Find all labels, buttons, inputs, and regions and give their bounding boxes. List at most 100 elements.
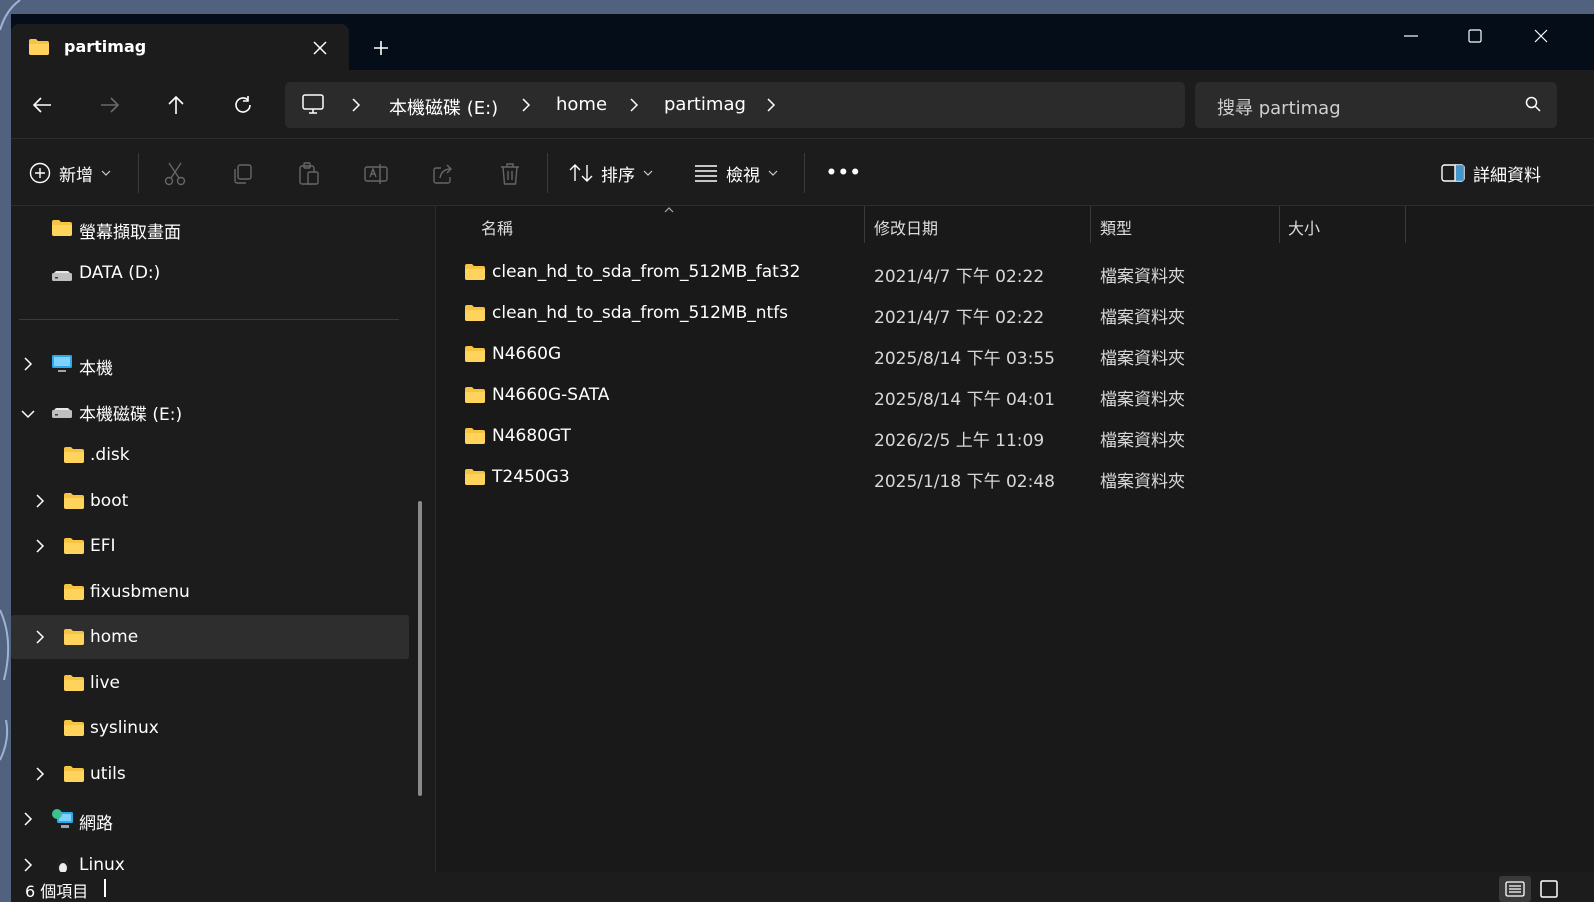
folder-icon <box>464 468 486 491</box>
chevron-down-icon <box>768 170 778 176</box>
new-button-label: 新增 <box>59 165 93 186</box>
file-date: 2025/8/14 下午 04:01 <box>874 390 1055 410</box>
details-pane-button[interactable]: 詳細資料 <box>1441 157 1541 189</box>
cut-icon[interactable] <box>161 160 189 188</box>
nav-item-live[interactable]: live <box>11 661 409 705</box>
paste-icon[interactable] <box>295 160 323 188</box>
more-icon: ••• <box>826 163 862 183</box>
up-arrow-icon[interactable] <box>159 90 193 120</box>
tab-partimag[interactable]: partimag <box>11 24 349 72</box>
nav-item-syslinux[interactable]: syslinux <box>11 706 409 750</box>
nav-item-label: DATA (D:) <box>79 263 161 283</box>
drive-icon <box>51 404 73 424</box>
column-header-date[interactable]: 修改日期 <box>865 206 1090 243</box>
nav-item-disk-folder[interactable]: .disk <box>11 433 409 477</box>
nav-item-boot[interactable]: boot <box>11 479 409 523</box>
nav-item-label: 本機磁碟 (E:) <box>79 405 183 425</box>
view-button[interactable]: 檢視 <box>694 157 778 189</box>
nav-item-label: 網路 <box>79 814 113 834</box>
minimize-icon[interactable] <box>1387 22 1435 50</box>
chevron-right-icon[interactable] <box>23 356 33 376</box>
plus-icon[interactable] <box>367 34 395 62</box>
forward-arrow-icon[interactable] <box>93 90 127 120</box>
file-row[interactable]: N4680GT 2026/2/5 上午 11:09 檔案資料夾 <box>454 417 1574 457</box>
folder-icon <box>51 219 73 242</box>
search-icon[interactable] <box>1525 96 1541 116</box>
copy-icon[interactable] <box>228 160 256 188</box>
nav-item-label: home <box>90 627 139 647</box>
column-header-size[interactable]: 大小 <box>1280 206 1405 243</box>
chevron-down-icon <box>101 170 111 176</box>
nav-item-fixusbmenu[interactable]: fixusbmenu <box>11 570 409 614</box>
delete-icon[interactable] <box>496 160 524 188</box>
file-row[interactable]: N4660G 2025/8/14 下午 03:55 檔案資料夾 <box>454 335 1574 375</box>
folder-icon <box>63 719 85 742</box>
share-icon[interactable] <box>429 160 457 188</box>
address-bar[interactable]: 本機磁碟 (E:) home partimag <box>285 82 1185 128</box>
nav-item-label: 本機 <box>79 359 113 379</box>
address-row: 本機磁碟 (E:) home partimag 搜尋 partimag <box>11 70 1594 138</box>
chevron-right-icon[interactable] <box>35 766 45 786</box>
file-name: N4680GT <box>492 426 571 446</box>
nav-item-label: .disk <box>90 445 130 465</box>
chevron-right-icon[interactable] <box>766 97 776 116</box>
file-row[interactable]: clean_hd_to_sda_from_512MB_fat32 2021/4/… <box>454 253 1574 293</box>
chevron-right-icon[interactable] <box>521 97 531 116</box>
column-divider[interactable] <box>1405 206 1406 243</box>
details-view-icon[interactable] <box>1499 876 1531 902</box>
nav-item-network[interactable]: 網路 <box>11 797 409 841</box>
file-list: 名稱 修改日期 類型 大小 clean_hd_to_sda_from_512MB… <box>436 206 1594 872</box>
breadcrumb-home[interactable]: home <box>556 94 607 115</box>
nav-item-home[interactable]: home <box>11 615 409 659</box>
more-options-button[interactable]: ••• <box>826 157 862 189</box>
rename-icon[interactable] <box>362 160 390 188</box>
column-header-name[interactable]: 名稱 <box>436 206 864 243</box>
nav-item-label: utils <box>90 764 126 784</box>
chevron-right-icon[interactable] <box>35 629 45 649</box>
nav-item-data-drive[interactable]: DATA (D:) <box>11 251 409 295</box>
search-input[interactable]: 搜尋 partimag <box>1217 94 1341 120</box>
nav-item-utils[interactable]: utils <box>11 752 409 796</box>
chevron-down-icon[interactable] <box>21 404 35 424</box>
maximize-icon[interactable] <box>1451 22 1499 50</box>
chevron-right-icon[interactable] <box>35 538 45 558</box>
new-button[interactable]: 新增 <box>29 157 111 189</box>
file-row[interactable]: N4660G-SATA 2025/8/14 下午 04:01 檔案資料夾 <box>454 376 1574 416</box>
file-row[interactable]: clean_hd_to_sda_from_512MB_ntfs 2021/4/7… <box>454 294 1574 334</box>
nav-item-efi[interactable]: EFI <box>11 524 409 568</box>
breadcrumb-drive[interactable]: 本機磁碟 (E:) <box>389 94 498 120</box>
file-type: 檔案資料夾 <box>1100 308 1185 328</box>
chevron-right-icon[interactable] <box>629 97 639 116</box>
view-button-label: 檢視 <box>726 165 760 186</box>
nav-item-label: boot <box>90 491 129 511</box>
scrollbar-thumb[interactable] <box>418 501 422 796</box>
close-icon[interactable] <box>308 36 332 60</box>
search-box[interactable]: 搜尋 partimag <box>1195 82 1557 128</box>
sort-button-label: 排序 <box>601 165 635 186</box>
network-icon <box>51 808 75 835</box>
sort-button[interactable]: 排序 <box>569 157 653 189</box>
chevron-right-icon[interactable] <box>23 857 33 872</box>
nav-item-linux[interactable]: Linux <box>11 843 409 872</box>
tiles-view-icon[interactable] <box>1533 876 1565 902</box>
sort-icon <box>569 164 593 182</box>
nav-item-label: 螢幕擷取畫面 <box>79 223 181 243</box>
column-header-type[interactable]: 類型 <box>1091 206 1279 243</box>
file-row[interactable]: T2450G3 2025/1/18 下午 02:48 檔案資料夾 <box>454 458 1574 498</box>
navigation-pane: 螢幕擷取畫面 DATA (D:) 本機 本機磁碟 (E:) .disk boot… <box>11 206 435 872</box>
window-close-icon[interactable] <box>1517 22 1565 50</box>
nav-item-screenshots[interactable]: 螢幕擷取畫面 <box>11 206 409 250</box>
refresh-icon[interactable] <box>226 90 260 120</box>
chevron-right-icon[interactable] <box>23 811 33 831</box>
chevron-right-icon[interactable] <box>35 493 45 513</box>
chevron-right-icon[interactable] <box>351 97 361 116</box>
folder-icon <box>464 263 486 286</box>
file-type: 檔案資料夾 <box>1100 390 1185 410</box>
tab-strip: partimag <box>11 14 1594 72</box>
nav-item-local-disk-e[interactable]: 本機磁碟 (E:) <box>11 388 409 432</box>
breadcrumb-partimag[interactable]: partimag <box>664 94 746 115</box>
item-count: 6 個項目 <box>25 882 89 901</box>
nav-item-this-pc[interactable]: 本機 <box>11 342 409 386</box>
back-arrow-icon[interactable] <box>25 90 59 120</box>
file-explorer-window: partimag 本機磁碟 (E:) home partimag 搜尋 part… <box>11 14 1594 902</box>
